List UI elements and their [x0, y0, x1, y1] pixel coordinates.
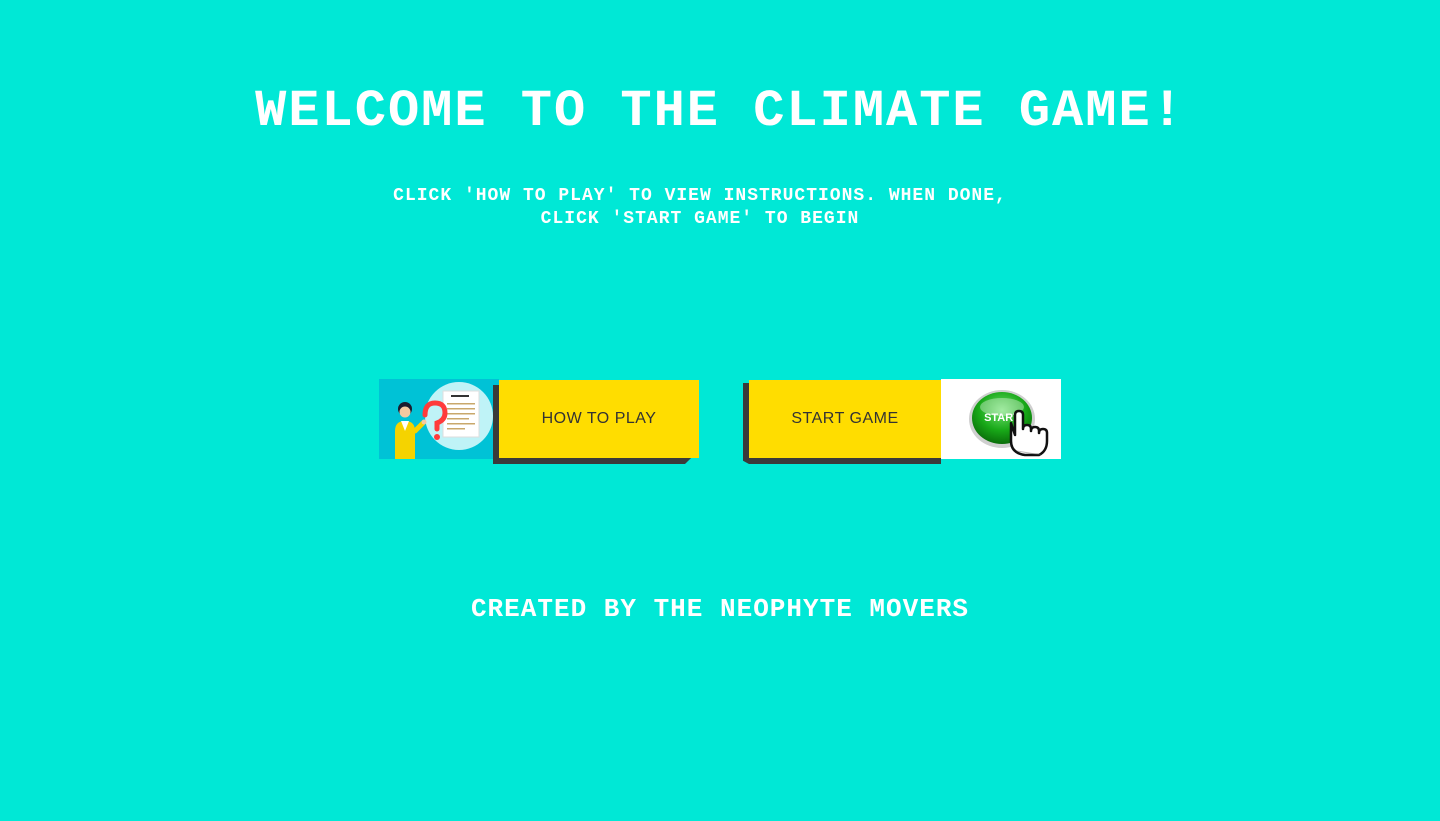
how-to-play-button[interactable]: HOW TO PLAY	[499, 380, 699, 458]
user-guide-illustration	[379, 379, 499, 459]
credits-text: CREATED BY THE NEOPHYTE MOVERS	[470, 594, 970, 624]
how-to-play-group: HOW TO PLAY	[379, 379, 699, 464]
page-title: WELCOME TO THE CLIMATE GAME!	[255, 82, 1185, 141]
start-cursor-illustration: START	[941, 379, 1061, 459]
start-game-button[interactable]: START GAME	[749, 380, 941, 458]
start-game-group: START GAME START	[743, 379, 1061, 464]
instructions-text: CLICK 'HOW TO PLAY' TO VIEW INSTRUCTIONS…	[393, 186, 1007, 229]
